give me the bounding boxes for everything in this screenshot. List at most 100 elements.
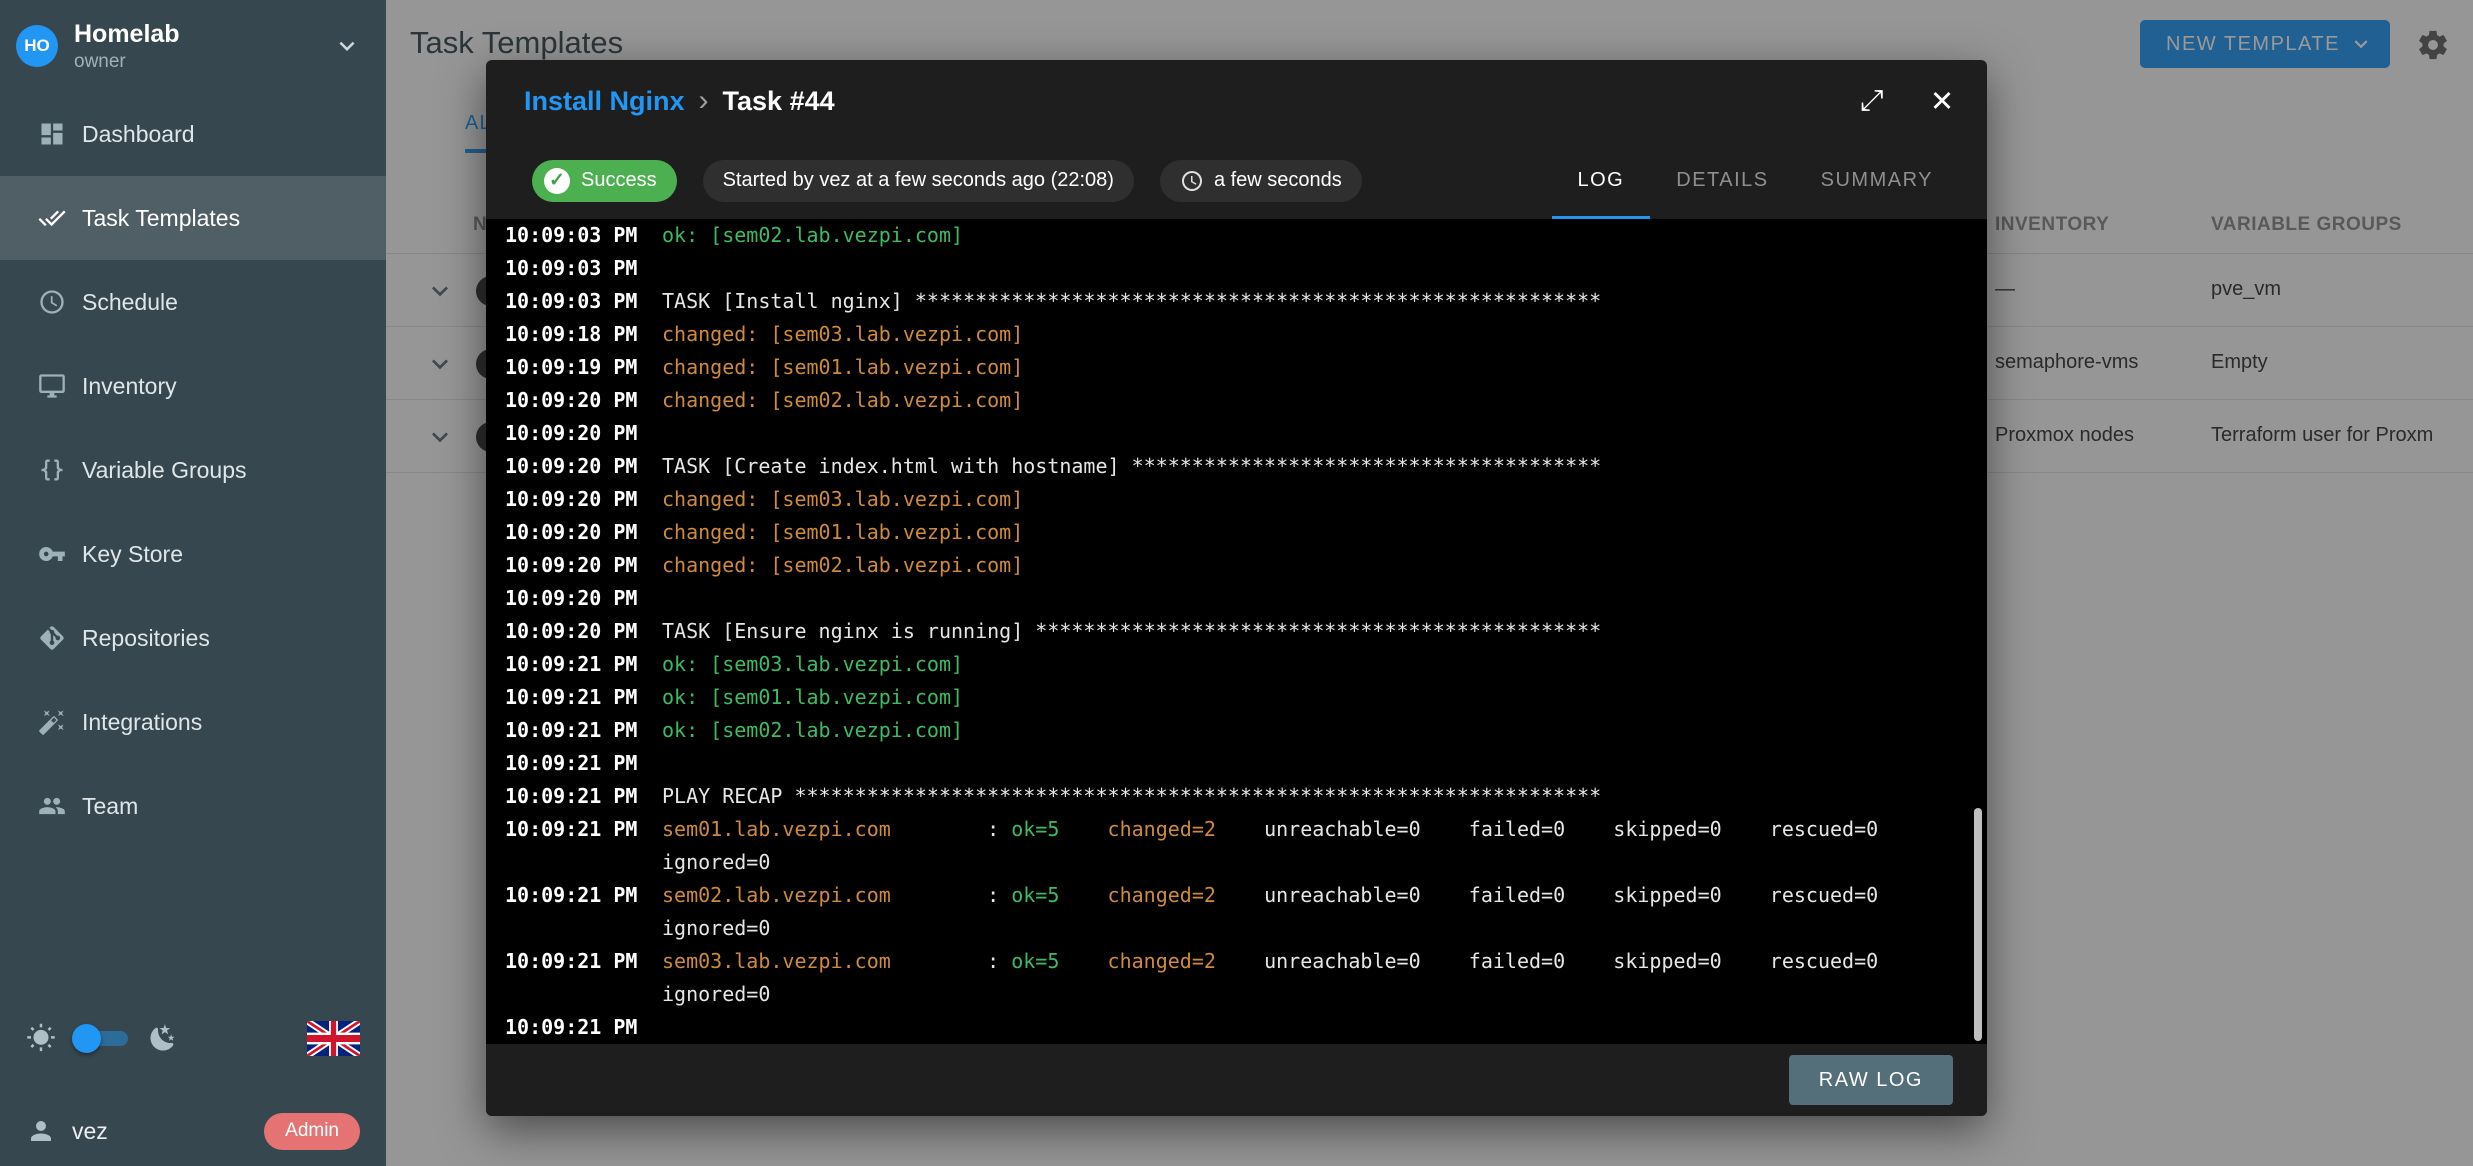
log-timestamp: 10:09:21 PM xyxy=(486,714,662,747)
raw-log-button[interactable]: RAW LOG xyxy=(1789,1055,1953,1105)
log-message: sem01.lab.vezpi.com : ok=5 changed=2 unr… xyxy=(662,813,1926,846)
log-timestamp xyxy=(486,912,662,945)
close-icon: ✕ xyxy=(1930,84,1954,119)
log-message: sem03.lab.vezpi.com : ok=5 changed=2 unr… xyxy=(662,945,1926,978)
log-timestamp: 10:09:20 PM xyxy=(486,417,662,450)
chevron-down-icon xyxy=(332,31,362,61)
log-line: 10:09:03 PM xyxy=(486,252,1987,285)
log-timestamp: 10:09:21 PM xyxy=(486,648,662,681)
status-label: Success xyxy=(581,169,657,192)
duration-chip: a few seconds xyxy=(1160,160,1362,202)
log-timestamp: 10:09:20 PM xyxy=(486,615,662,648)
workspace-role: owner xyxy=(74,51,332,73)
sidebar-item-label: Dashboard xyxy=(82,121,195,148)
log-timestamp: 10:09:21 PM xyxy=(486,945,662,978)
log-timestamp: 10:09:21 PM xyxy=(486,681,662,714)
close-button[interactable]: ✕ xyxy=(1919,78,1965,124)
log-timestamp xyxy=(486,846,662,879)
log-message: changed: [sem02.lab.vezpi.com] xyxy=(662,549,1023,582)
log-message: ok: [sem01.lab.vezpi.com] xyxy=(662,681,963,714)
moon-icon xyxy=(148,1023,178,1053)
tab-details[interactable]: DETAILS xyxy=(1650,142,1794,219)
log-timestamp: 10:09:19 PM xyxy=(486,351,662,384)
sidebar-item-schedule[interactable]: Schedule xyxy=(0,260,386,344)
sidebar-item-inventory[interactable]: Inventory xyxy=(0,344,386,428)
sidebar-item-label: Schedule xyxy=(82,289,178,316)
expand-icon: ⤢ xyxy=(1860,85,1883,118)
log-timestamp xyxy=(486,978,662,1011)
sidebar-item-label: Integrations xyxy=(82,709,202,736)
log-timestamp: 10:09:21 PM xyxy=(486,747,662,780)
log-line: 10:09:21 PMok: [sem01.lab.vezpi.com] xyxy=(486,681,1987,714)
log-message: changed: [sem02.lab.vezpi.com] xyxy=(662,384,1023,417)
log-line: 10:09:20 PM xyxy=(486,582,1987,615)
workspace-switcher[interactable]: HO Homelab owner xyxy=(0,0,386,92)
sidebar-nav: Dashboard Task Templates Schedule Invent… xyxy=(0,92,386,848)
theme-controls xyxy=(0,1013,386,1063)
sidebar-item-variable-groups[interactable]: Variable Groups xyxy=(0,428,386,512)
log-message: ignored=0 xyxy=(662,978,770,1011)
theme-toggle[interactable] xyxy=(72,1027,128,1049)
admin-badge: Admin xyxy=(264,1113,360,1150)
log-message: TASK [Install nginx] *******************… xyxy=(662,285,1601,318)
log-timestamp: 10:09:20 PM xyxy=(486,582,662,615)
tab-log[interactable]: LOG xyxy=(1552,142,1651,219)
log-timestamp: 10:09:20 PM xyxy=(486,549,662,582)
sidebar-item-label: Task Templates xyxy=(82,205,240,232)
sidebar-item-repositories[interactable]: Repositories xyxy=(0,596,386,680)
log-line: 10:09:20 PM xyxy=(486,417,1987,450)
log-line: 10:09:03 PMTASK [Install nginx] ********… xyxy=(486,285,1987,318)
log-message: changed: [sem01.lab.vezpi.com] xyxy=(662,351,1023,384)
modal-footer: RAW LOG xyxy=(486,1044,1987,1116)
log-line: 10:09:21 PMsem01.lab.vezpi.com : ok=5 ch… xyxy=(486,813,1987,846)
sidebar-item-integrations[interactable]: Integrations xyxy=(0,680,386,764)
magic-wand-icon xyxy=(38,708,66,736)
check-all-icon xyxy=(38,204,66,232)
task-log-console[interactable]: 10:09:03 PMok: [sem02.lab.vezpi.com]10:0… xyxy=(486,219,1987,1044)
log-timestamp: 10:09:03 PM xyxy=(486,219,662,252)
log-message: TASK [Create index.html with hostname] *… xyxy=(662,450,1601,483)
breadcrumb-template-link[interactable]: Install Nginx xyxy=(524,86,685,117)
log-line: 10:09:20 PMTASK [Ensure nginx is running… xyxy=(486,615,1987,648)
team-icon xyxy=(38,792,66,820)
user-name: vez xyxy=(72,1118,108,1145)
log-timestamp: 10:09:20 PM xyxy=(486,483,662,516)
sidebar-item-task-templates[interactable]: Task Templates xyxy=(0,176,386,260)
log-message: ok: [sem02.lab.vezpi.com] xyxy=(662,219,963,252)
sun-icon xyxy=(26,1023,56,1053)
log-line: 10:09:20 PMchanged: [sem01.lab.vezpi.com… xyxy=(486,516,1987,549)
tab-summary[interactable]: SUMMARY xyxy=(1795,142,1959,219)
user-icon xyxy=(26,1116,56,1146)
uk-flag-language-selector[interactable] xyxy=(307,1021,360,1056)
log-line: 10:09:21 PM xyxy=(486,1011,1987,1044)
breadcrumb-task-title: Task #44 xyxy=(723,86,835,117)
sidebar-item-key-store[interactable]: Key Store xyxy=(0,512,386,596)
log-timestamp: 10:09:20 PM xyxy=(486,450,662,483)
log-scrollbar[interactable] xyxy=(1974,808,1982,1041)
log-line: ignored=0 xyxy=(486,912,1987,945)
log-timestamp: 10:09:21 PM xyxy=(486,813,662,846)
check-circle-icon: ✓ xyxy=(544,168,570,194)
log-line: 10:09:18 PMchanged: [sem03.lab.vezpi.com… xyxy=(486,318,1987,351)
modal-status-bar: ✓ Success Started by vez at a few second… xyxy=(486,142,1987,219)
expand-button[interactable]: ⤢ xyxy=(1849,78,1895,124)
log-line: 10:09:03 PMok: [sem02.lab.vezpi.com] xyxy=(486,219,1987,252)
sidebar-item-label: Key Store xyxy=(82,541,183,568)
log-line: 10:09:20 PMchanged: [sem03.lab.vezpi.com… xyxy=(486,483,1987,516)
log-timestamp: 10:09:21 PM xyxy=(486,879,662,912)
code-braces-icon xyxy=(38,456,66,484)
log-line: 10:09:21 PMok: [sem02.lab.vezpi.com] xyxy=(486,714,1987,747)
log-message: ok: [sem02.lab.vezpi.com] xyxy=(662,714,963,747)
log-message: sem02.lab.vezpi.com : ok=5 changed=2 unr… xyxy=(662,879,1926,912)
log-message: changed: [sem03.lab.vezpi.com] xyxy=(662,483,1023,516)
sidebar-item-dashboard[interactable]: Dashboard xyxy=(0,92,386,176)
sidebar-item-team[interactable]: Team xyxy=(0,764,386,848)
log-line: ignored=0 xyxy=(486,978,1987,1011)
clock-icon xyxy=(1180,169,1204,193)
log-line: 10:09:19 PMchanged: [sem01.lab.vezpi.com… xyxy=(486,351,1987,384)
log-timestamp: 10:09:21 PM xyxy=(486,1011,662,1044)
log-timestamp: 10:09:21 PM xyxy=(486,780,662,813)
workspace-info: Homelab owner xyxy=(74,19,332,73)
modal-header: Install Nginx › Task #44 ⤢ ✕ xyxy=(486,60,1987,142)
user-menu[interactable]: vez Admin xyxy=(0,1106,386,1156)
